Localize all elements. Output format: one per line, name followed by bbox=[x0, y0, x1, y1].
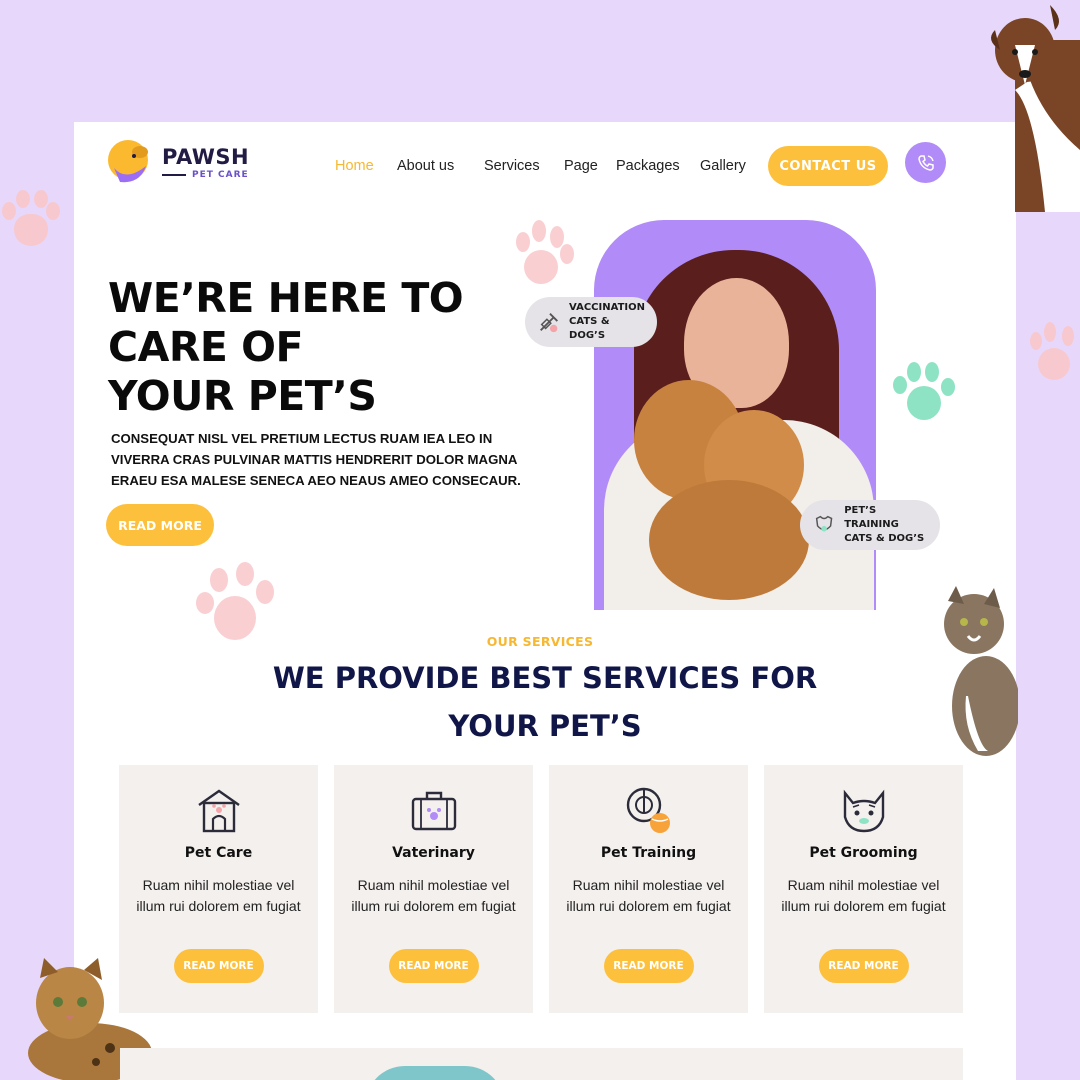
nav-item-page[interactable]: Page bbox=[564, 158, 598, 174]
vet-kit-icon bbox=[411, 791, 456, 831]
card-read-more-button[interactable]: READ MORE bbox=[603, 949, 694, 983]
contact-us-button[interactable]: CONTACT US bbox=[768, 146, 888, 186]
paw-print-icon bbox=[516, 220, 576, 290]
badge-line: VACCINATION bbox=[569, 302, 645, 313]
card-description: Ruam nihil molestiae vel illum rui dolor… bbox=[351, 877, 516, 914]
card-read-more-button[interactable]: READ MORE bbox=[388, 949, 479, 983]
training-ball-icon bbox=[626, 787, 670, 833]
badge-line: CATS & DOG’S bbox=[844, 533, 925, 544]
dog-logo-icon bbox=[106, 138, 154, 186]
training-badge: PET’S TRAINING CATS & DOG’S bbox=[800, 500, 940, 550]
card-title: Vaterinary bbox=[392, 845, 475, 861]
pet-shirt-icon bbox=[815, 515, 833, 532]
nav-item-home[interactable]: Home bbox=[335, 158, 374, 174]
service-card-pet-training: Pet Training Ruam nihil molestiae vel il… bbox=[549, 765, 748, 1013]
dog-photo bbox=[991, 5, 1080, 212]
services-title: WE PROVIDE BEST SERVICES FOR YOUR PET’S bbox=[240, 654, 850, 750]
brand-name: PAWSH bbox=[162, 144, 250, 169]
card-description: Ruam nihil molestiae vel illum rui dolor… bbox=[136, 877, 301, 914]
hero-title: WE’RE HERE TO CARE OF YOUR PET’S bbox=[108, 274, 464, 421]
brand-logo[interactable]: PAWSH PET CARE bbox=[106, 138, 249, 186]
paw-print-icon bbox=[1030, 322, 1080, 386]
card-description: Ruam nihil molestiae vel illum rui dolor… bbox=[781, 877, 946, 914]
card-read-more-button[interactable]: READ MORE bbox=[173, 949, 264, 983]
syringe-icon bbox=[540, 313, 559, 333]
hero-title-line: YOUR PET’S bbox=[108, 372, 377, 420]
nav-item-services[interactable]: Services bbox=[484, 158, 540, 174]
card-title: Pet Care bbox=[184, 845, 253, 861]
hero-image bbox=[594, 220, 876, 610]
paw-print-icon bbox=[0, 188, 62, 252]
vaccination-badge: VACCINATION CATS & DOG’S bbox=[525, 297, 657, 347]
next-section bbox=[120, 1048, 963, 1080]
badge-line: PET’S TRAINING bbox=[844, 505, 899, 530]
brand-tagline: PET CARE bbox=[162, 170, 249, 180]
card-read-more-button[interactable]: READ MORE bbox=[818, 949, 909, 983]
phone-button[interactable] bbox=[905, 142, 946, 183]
hero-title-line: CARE OF bbox=[108, 323, 304, 371]
nav-item-gallery[interactable]: Gallery bbox=[700, 158, 746, 174]
hero-title-line: WE’RE HERE TO bbox=[108, 274, 464, 322]
pet-house-icon bbox=[197, 789, 240, 833]
hero-description: CONSEQUAT NISL VEL PRETIUM LECTUS RUAM I… bbox=[111, 431, 521, 488]
nav-item-about[interactable]: About us bbox=[397, 158, 454, 174]
services-title-line: YOUR PET’S bbox=[448, 709, 642, 743]
services-title-line: WE PROVIDE BEST SERVICES FOR bbox=[272, 661, 818, 695]
phone-icon bbox=[917, 154, 934, 171]
card-title: Pet Training bbox=[600, 845, 697, 861]
badge-line: CATS & DOG’S bbox=[569, 316, 610, 341]
service-card-pet-grooming: Pet Grooming Ruam nihil molestiae vel il… bbox=[764, 765, 963, 1013]
services-eyebrow: OUR SERVICES bbox=[486, 634, 594, 649]
cat-face-icon bbox=[843, 789, 884, 833]
nav-item-packages[interactable]: Packages bbox=[616, 158, 680, 174]
hero-read-more-button[interactable]: READ MORE bbox=[106, 504, 214, 546]
service-card-pet-care: Pet Care Ruam nihil molestiae vel illum … bbox=[119, 765, 318, 1013]
cat-photo bbox=[944, 586, 1018, 756]
card-title: Pet Grooming bbox=[809, 845, 918, 861]
service-card-vaterinary: Vaterinary Ruam nihil molestiae vel illu… bbox=[334, 765, 533, 1013]
paw-print-icon bbox=[893, 362, 957, 424]
card-description: Ruam nihil molestiae vel illum rui dolor… bbox=[566, 877, 731, 914]
